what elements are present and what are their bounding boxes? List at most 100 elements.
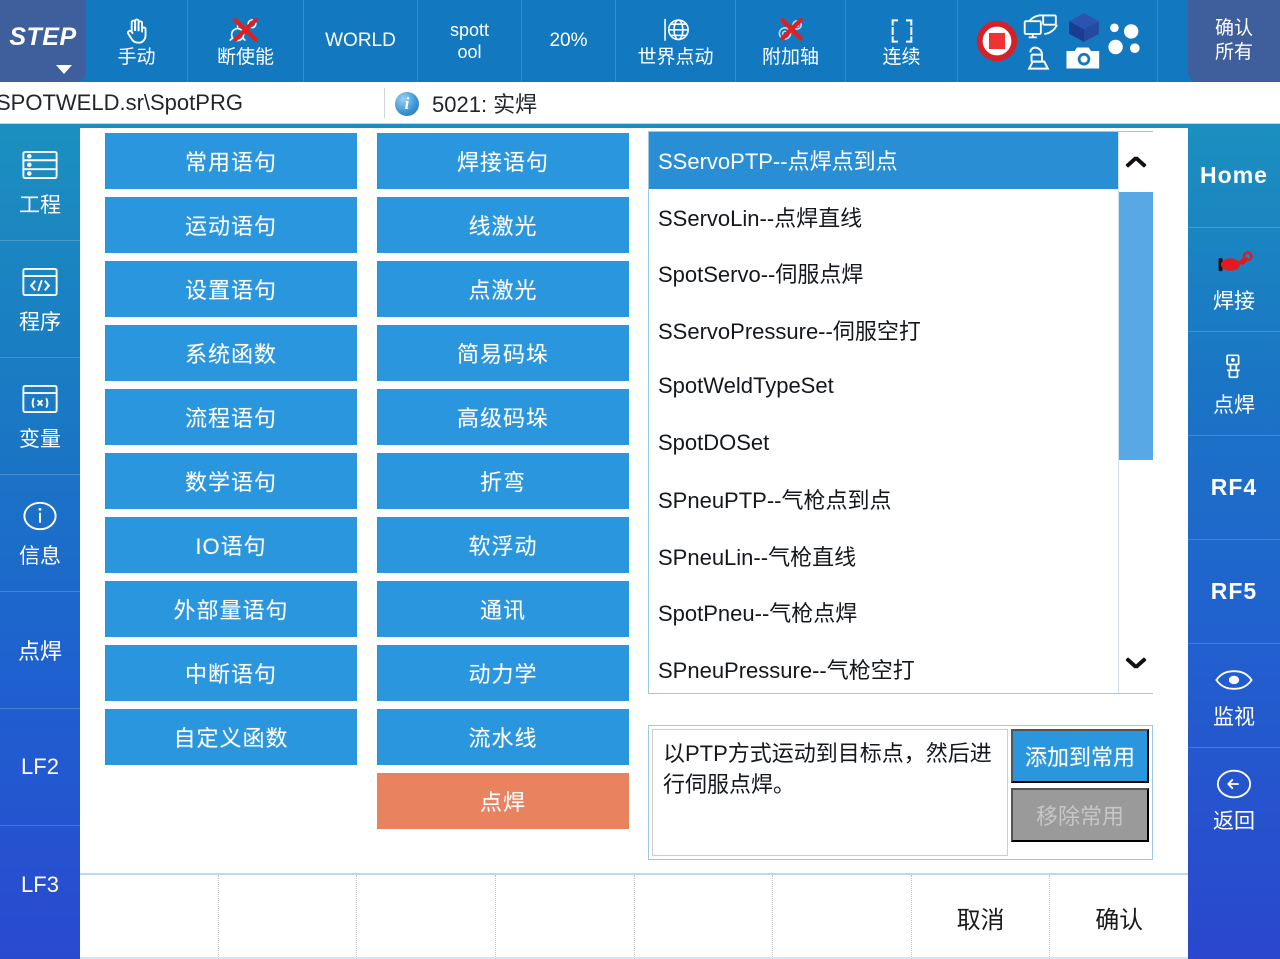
list-item[interactable]: SServoLin--点焊直线 (649, 189, 1118, 246)
command-list[interactable]: SServoPTP--点焊点到点 SServoLin--点焊直线 SpotSer… (649, 132, 1118, 693)
rsidebar-item-back[interactable]: 返回 (1188, 748, 1280, 852)
enable-disabled-button[interactable]: 断使能 (188, 0, 304, 82)
category-button-simple-palletize[interactable]: 简易码垛 (377, 325, 629, 381)
category-button-math[interactable]: 数学语句 (105, 453, 357, 509)
speed-override-button[interactable]: 20% (522, 0, 616, 82)
view-capture-group[interactable] (1064, 11, 1104, 72)
add-to-favorites-button[interactable]: 添加到常用 (1011, 729, 1149, 783)
list-item[interactable]: SpotDOSet (649, 415, 1118, 472)
scroll-down-button[interactable] (1119, 633, 1153, 693)
sidebar-item-program-label: 程序 (19, 311, 61, 334)
step-logo-button[interactable]: STEP (0, 0, 86, 82)
app-window: STEP 手动 断使能 WORLD spott ool 20% 世界点动 附加轴… (0, 0, 1280, 959)
bottom-cell-1[interactable] (80, 875, 219, 959)
extra-axis-label: 附加轴 (761, 47, 819, 68)
category-button-soft-float[interactable]: 软浮动 (377, 517, 629, 573)
cube-3d-icon[interactable] (1064, 11, 1104, 43)
category-button-spot-laser[interactable]: 点激光 (377, 261, 629, 317)
category-button-flow[interactable]: 流程语句 (105, 389, 357, 445)
list-item[interactable]: SpotServo--伺服点焊 (649, 245, 1118, 302)
robot-icon[interactable] (1022, 43, 1062, 71)
category-button-welding[interactable]: 焊接语句 (377, 133, 629, 189)
sidebar-item-lf2[interactable]: LF2 (0, 709, 80, 826)
rsidebar-item-back-label: 返回 (1213, 810, 1255, 833)
sidebar-item-spotweld[interactable]: 点焊 (0, 592, 80, 709)
stop-button-icon[interactable] (974, 18, 1020, 64)
rsidebar-item-rf5[interactable]: RF5 (1188, 540, 1280, 644)
tool-select-button[interactable]: spott ool (418, 0, 522, 82)
cancel-button[interactable]: 取消 (912, 875, 1051, 959)
sidebar-item-info[interactable]: 信息 (0, 475, 80, 592)
info-circle-icon (22, 496, 58, 536)
variable-icon (21, 379, 59, 419)
category-button-bending[interactable]: 折弯 (377, 453, 629, 509)
category-button-setting[interactable]: 设置语句 (105, 261, 357, 317)
tool-select-label-line2: ool (457, 42, 482, 62)
bottom-cell-4[interactable] (496, 875, 635, 959)
bottom-cell-6[interactable] (773, 875, 912, 959)
status-cluster[interactable] (958, 0, 1158, 82)
confirm-all-label-line1: 确认 (1214, 18, 1253, 39)
top-toolbar: STEP 手动 断使能 WORLD spott ool 20% 世界点动 附加轴… (0, 0, 1280, 82)
list-item[interactable]: SServoPTP--点焊点到点 (649, 132, 1118, 189)
scrollbar-thumb[interactable] (1119, 192, 1153, 460)
camera-icon[interactable] (1064, 44, 1104, 72)
spot-weld-gun-icon (1220, 349, 1248, 387)
rsidebar-item-spotweld[interactable]: 点焊 (1188, 332, 1280, 436)
enable-disabled-icon (228, 13, 264, 47)
category-button-motion[interactable]: 运动语句 (105, 197, 357, 253)
list-item[interactable]: SpotWeldTypeSet (649, 358, 1118, 415)
rsidebar-item-welding[interactable]: 焊接 (1188, 228, 1280, 332)
screen-sync-icon[interactable] (1022, 12, 1062, 42)
category-button-dynamics[interactable]: 动力学 (377, 645, 629, 701)
info-icon: i (395, 92, 419, 116)
list-item[interactable]: SPneuPressure--气枪空打 (649, 641, 1118, 694)
list-scrollbar[interactable] (1118, 132, 1153, 693)
extra-axis-button[interactable]: 附加轴 (736, 0, 846, 82)
confirm-all-button[interactable]: 确认 所有 (1188, 0, 1280, 82)
rsidebar-item-home[interactable]: Home (1188, 124, 1280, 228)
logo-dropdown-caret-icon[interactable] (56, 65, 72, 74)
coordinate-system-button[interactable]: WORLD (304, 0, 418, 82)
category-button-interrupt[interactable]: 中断语句 (105, 645, 357, 701)
scrollbar-track[interactable] (1119, 192, 1153, 633)
chevron-up-icon (1125, 156, 1147, 169)
category-button-conveyor[interactable]: 流水线 (377, 709, 629, 765)
category-button-io[interactable]: IO语句 (105, 517, 357, 573)
program-path[interactable]: SPOTWELD.sr\SpotPRG (0, 82, 243, 124)
bottom-cell-2[interactable] (219, 875, 358, 959)
scroll-up-button[interactable] (1119, 132, 1153, 192)
list-item[interactable]: SServoPressure--伺服空打 (649, 302, 1118, 359)
category-button-communication[interactable]: 通讯 (377, 581, 629, 637)
description-text: 以PTP方式运动到目标点，然后进行伺服点焊。 (652, 729, 1008, 856)
rsidebar-item-monitor[interactable]: 监视 (1188, 644, 1280, 748)
continuous-mode-button[interactable]: 连续 (846, 0, 958, 82)
sidebar-item-project-label: 工程 (19, 194, 61, 217)
chevron-down-icon (1125, 657, 1147, 670)
sidebar-item-variable[interactable]: 变量 (0, 358, 80, 475)
list-item[interactable]: SPneuPTP--气枪点到点 (649, 471, 1118, 528)
category-button-line-laser[interactable]: 线激光 (377, 197, 629, 253)
confirm-button[interactable]: 确认 (1050, 875, 1188, 959)
category-button-spotweld[interactable]: 点焊 (377, 773, 629, 829)
category-button-custom-function[interactable]: 自定义函数 (105, 709, 357, 765)
category-button-system-function[interactable]: 系统函数 (105, 325, 357, 381)
continuous-label: 连续 (882, 47, 921, 68)
list-item[interactable]: SpotPneu--气枪点焊 (649, 584, 1118, 641)
sidebar-item-program[interactable]: 程序 (0, 241, 80, 358)
status-message: 5021: 实焊 (432, 92, 538, 117)
rsidebar-item-rf4-label: RF4 (1210, 474, 1258, 500)
mode-manual-button[interactable]: 手动 (86, 0, 188, 82)
remote-screen-group[interactable] (1022, 12, 1062, 71)
bottom-cell-5[interactable] (635, 875, 774, 959)
category-button-advanced-palletize[interactable]: 高级码垛 (377, 389, 629, 445)
bottom-cell-3[interactable] (357, 875, 496, 959)
sidebar-item-project[interactable]: 工程 (0, 124, 80, 241)
world-jog-button[interactable]: 世界点动 (616, 0, 736, 82)
rsidebar-item-rf4[interactable]: RF4 (1188, 436, 1280, 540)
category-button-common[interactable]: 常用语句 (105, 133, 357, 189)
list-item[interactable]: SPneuLin--气枪直线 (649, 528, 1118, 585)
sidebar-item-lf3[interactable]: LF3 (0, 826, 80, 943)
category-button-external[interactable]: 外部量语句 (105, 581, 357, 637)
command-list-panel: SServoPTP--点焊点到点 SServoLin--点焊直线 SpotSer… (648, 131, 1153, 694)
